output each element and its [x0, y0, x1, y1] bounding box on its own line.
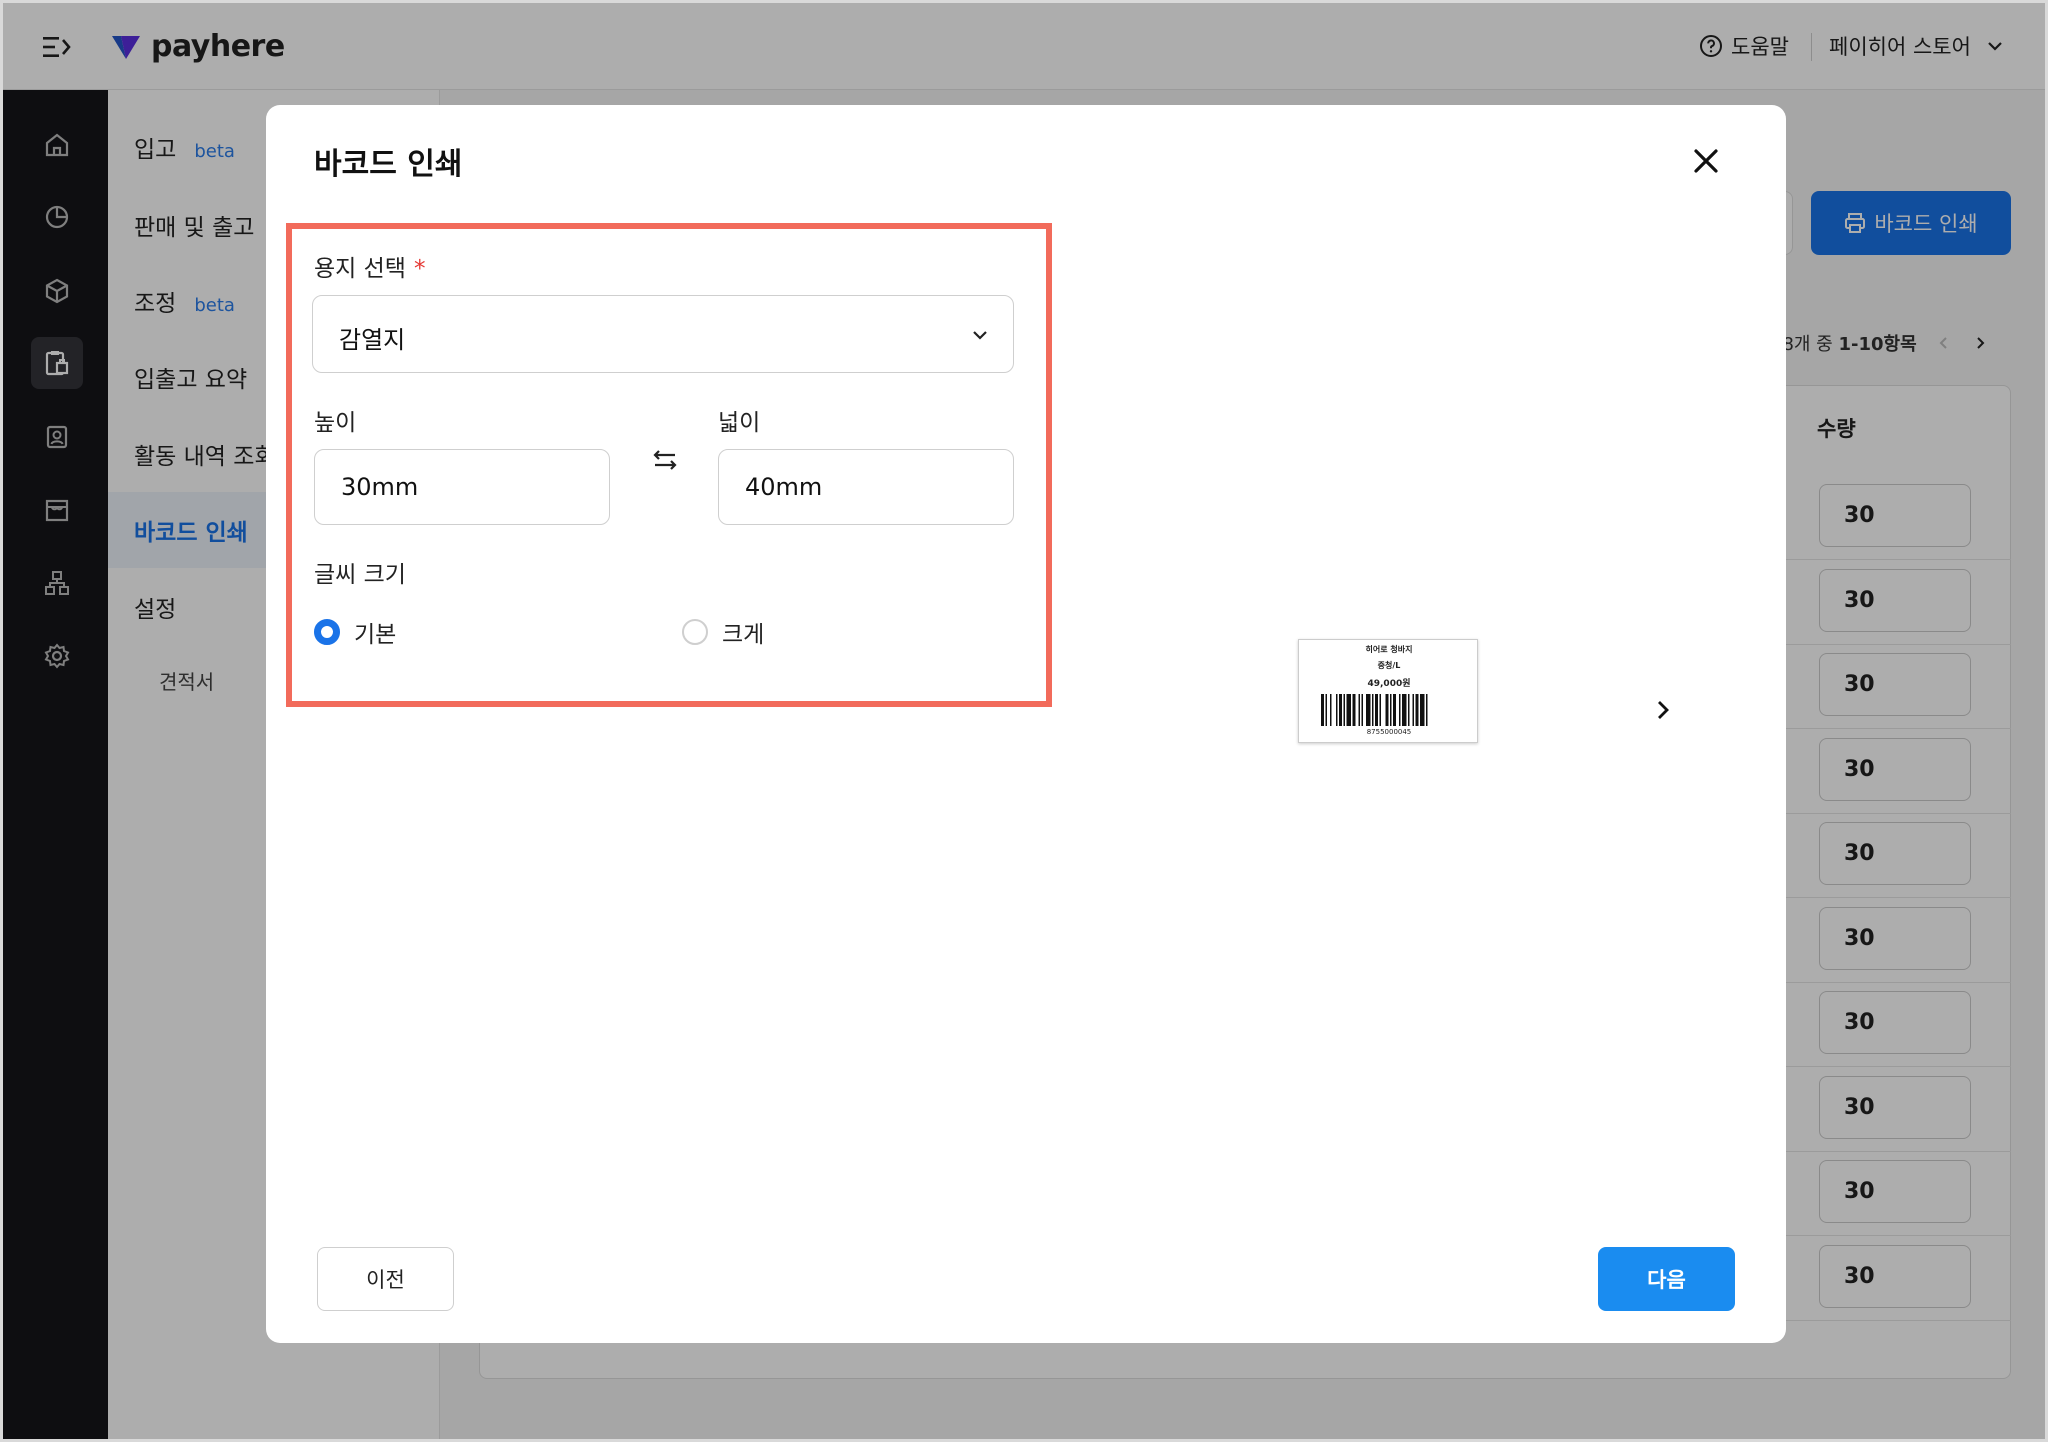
font-size-label: 글씨 크기 — [314, 562, 406, 588]
barcode-bar — [1366, 694, 1371, 726]
barcode-bar — [1379, 694, 1381, 726]
barcode-bar — [1420, 694, 1425, 726]
height-label: 높이 — [314, 410, 357, 436]
barcode-graphic — [1321, 694, 1428, 726]
paper-select-value: 감열지 — [339, 326, 406, 354]
barcode-bar — [1358, 694, 1360, 726]
barcode-bar — [1399, 694, 1401, 726]
preview-next-icon[interactable] — [1650, 697, 1676, 723]
swap-icon[interactable] — [650, 445, 680, 475]
barcode-bar — [1339, 694, 1342, 726]
barcode-bar — [1330, 694, 1332, 726]
barcode-bar — [1402, 694, 1407, 726]
app-window: payhere 도움말 페이히어 스토어 입고 beta 판매 및 출고 조정 … — [0, 0, 2048, 1442]
barcode-bar — [1393, 694, 1396, 726]
radio-large-label: 크게 — [722, 622, 765, 648]
barcode-bar — [1352, 694, 1356, 726]
radio-large[interactable]: 크게 — [682, 615, 764, 649]
barcode-bar — [1412, 694, 1414, 726]
barcode-bar — [1372, 694, 1374, 726]
barcode-bar — [1385, 694, 1389, 726]
barcode-bar — [1375, 694, 1378, 726]
height-input-value: 30mm — [341, 473, 419, 501]
next-button[interactable]: 다음 — [1598, 1247, 1735, 1311]
barcode-bar — [1346, 694, 1351, 726]
modal-title: 바코드 인쇄 — [314, 147, 463, 182]
radio-default[interactable]: 기본 — [314, 615, 396, 649]
required-mark: * — [413, 256, 426, 282]
preview-barcode-number: 8755000045 — [1366, 728, 1412, 736]
preview-product-name: 히어로 청바지 — [1365, 645, 1413, 654]
barcode-bar — [1426, 694, 1428, 726]
barcode-bar — [1408, 694, 1410, 726]
prev-button[interactable]: 이전 — [317, 1247, 454, 1311]
barcode-bar — [1390, 694, 1392, 726]
barcode-bar — [1321, 694, 1324, 726]
chevron-down-icon — [973, 331, 987, 340]
barcode-bar — [1415, 694, 1419, 726]
paper-select-label: 용지 선택 * — [314, 249, 425, 283]
width-input-value: 40mm — [745, 473, 823, 501]
barcode-print-modal: 바코드 인쇄 용지 선택 * 감열지 높이 30mm 넓이 40mm 글씨 크기 … — [266, 105, 1786, 1343]
barcode-bar — [1343, 694, 1345, 726]
width-input[interactable]: 40mm — [718, 449, 1014, 525]
close-icon[interactable] — [1686, 141, 1726, 181]
barcode-bar — [1336, 694, 1338, 726]
paper-label-text: 용지 선택 — [314, 256, 406, 282]
width-label: 넓이 — [718, 410, 761, 436]
radio-default-circle — [314, 619, 340, 645]
barcode-bar — [1325, 694, 1327, 726]
barcode-bar — [1361, 694, 1363, 726]
preview-option: 중청/L — [1377, 661, 1401, 670]
radio-large-circle — [682, 619, 708, 645]
paper-select[interactable]: 감열지 — [312, 295, 1014, 373]
barcode-label-preview: 히어로 청바지 중청/L 49,000원 8755000045 — [1298, 639, 1478, 743]
radio-default-label: 기본 — [354, 622, 397, 648]
preview-price: 49,000원 — [1367, 679, 1411, 689]
height-input[interactable]: 30mm — [314, 449, 610, 525]
